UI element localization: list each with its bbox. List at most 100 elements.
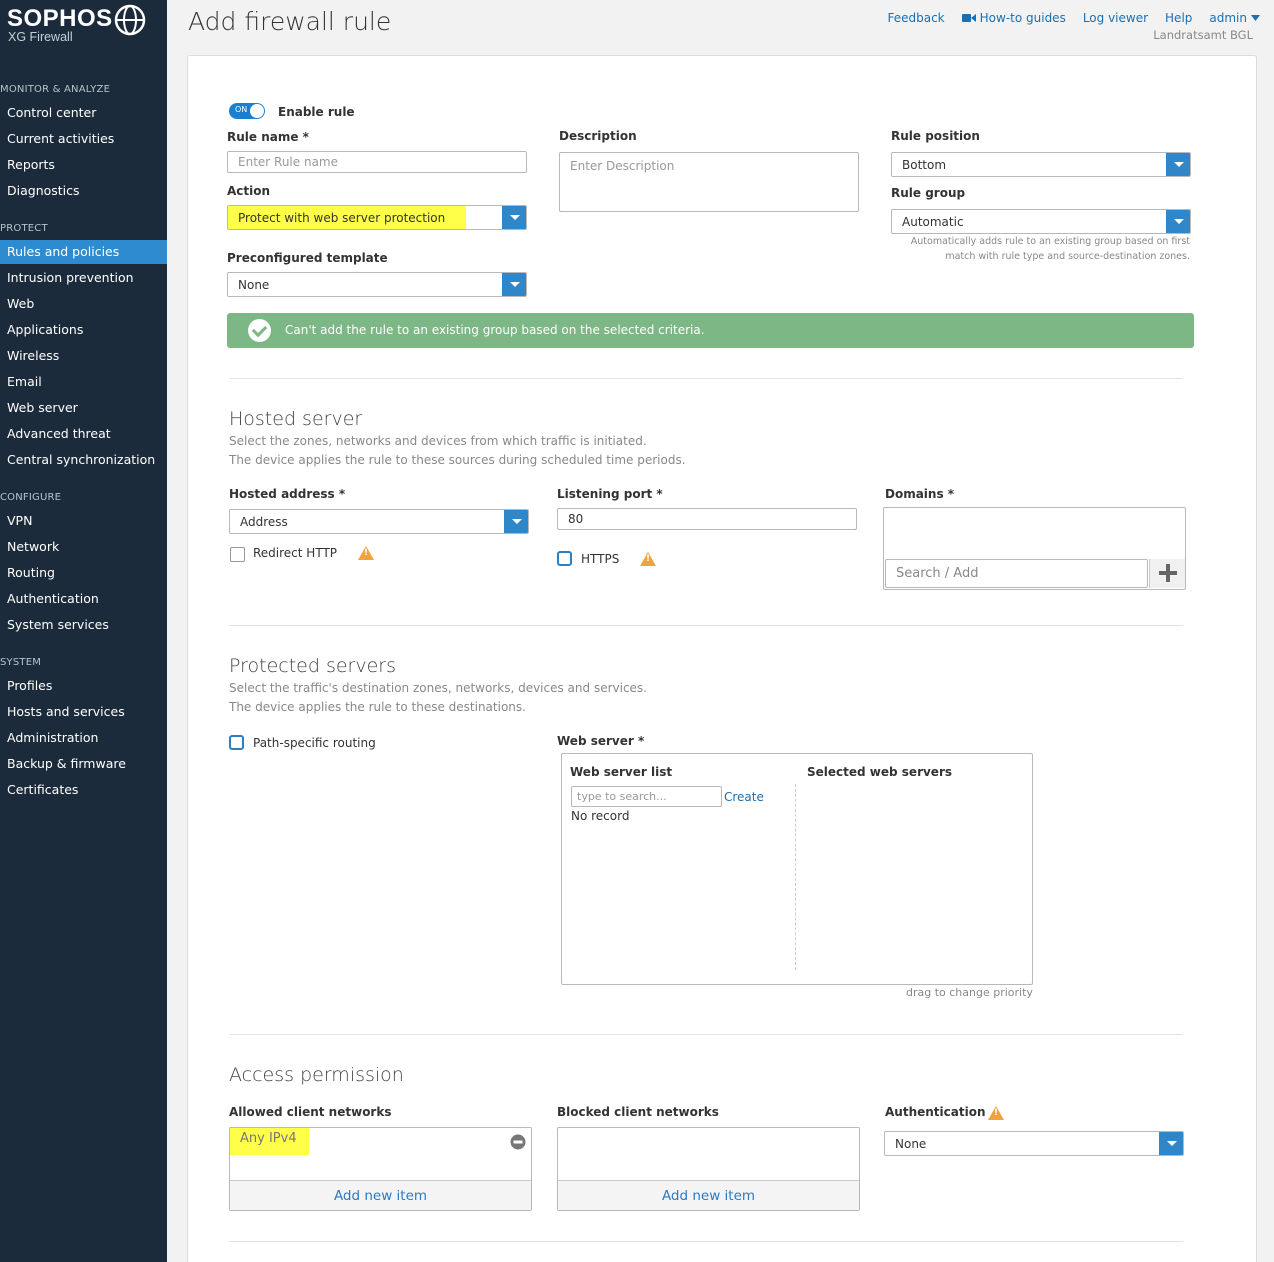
sidebar-item-backup-firmware[interactable]: Backup & firmware xyxy=(0,752,167,776)
help-link[interactable]: Help xyxy=(1165,11,1192,25)
video-camera-icon xyxy=(961,14,976,22)
add-domain-button[interactable] xyxy=(1149,559,1185,588)
sidebar-item-network[interactable]: Network xyxy=(0,535,167,559)
description-textarea[interactable]: Enter Description xyxy=(559,152,859,212)
rule-group-hint-line1: Automatically adds rule to an existing g… xyxy=(910,236,1190,247)
allowed-network-item: Any IPv4 xyxy=(240,1131,297,1146)
sidebar-item-applications[interactable]: Applications xyxy=(0,318,167,342)
toggle-knob xyxy=(250,104,264,118)
warning-icon xyxy=(988,1106,1004,1120)
web-server-picker: Web server list type to search... Create… xyxy=(561,753,1033,985)
description-label: Description xyxy=(559,129,637,143)
protected-servers-title: Protected servers xyxy=(229,655,397,677)
brand-name: SOPHOS xyxy=(7,5,113,32)
path-routing-label: Path-specific routing xyxy=(253,736,376,750)
dropdown-arrow-icon xyxy=(502,273,526,296)
blocked-networks-box: Add new item xyxy=(557,1127,860,1211)
admin-label: admin xyxy=(1209,11,1247,25)
howto-link[interactable]: How-to guides xyxy=(961,11,1066,25)
top-links: Feedback How-to guides Log viewer Help a… xyxy=(887,11,1260,25)
toggle-on-text: ON xyxy=(235,105,248,114)
sidebar-item-system-services[interactable]: System services xyxy=(0,613,167,637)
action-value: Protect with web server protection xyxy=(238,211,446,225)
blocked-add-item-button[interactable]: Add new item xyxy=(558,1180,859,1210)
feedback-link[interactable]: Feedback xyxy=(887,11,944,25)
authentication-select[interactable]: None xyxy=(884,1131,1184,1156)
sidebar-item-web[interactable]: Web xyxy=(0,292,167,316)
sidebar-item-reports[interactable]: Reports xyxy=(0,153,167,177)
rule-name-input[interactable]: Enter Rule name xyxy=(227,151,527,173)
picker-divider xyxy=(795,784,796,970)
web-server-search-input[interactable]: type to search... xyxy=(571,786,722,807)
sidebar-section-title: CONFIGURE xyxy=(0,492,62,503)
sidebar-item-rules-and-policies[interactable]: Rules and policies xyxy=(0,240,167,264)
sidebar-item-authentication[interactable]: Authentication xyxy=(0,587,167,611)
rule-group-hint: Automatically adds rule to an existing g… xyxy=(828,234,1190,264)
enable-rule-toggle[interactable]: ON xyxy=(229,103,265,119)
create-web-server-link[interactable]: Create xyxy=(724,790,764,804)
template-select[interactable]: None xyxy=(227,272,527,297)
rule-name-label: Rule name * xyxy=(227,130,309,144)
sidebar-item-certificates[interactable]: Certificates xyxy=(0,778,167,802)
listening-port-label: Listening port * xyxy=(557,487,663,501)
sidebar-item-control-center[interactable]: Control center xyxy=(0,101,167,125)
path-routing-checkbox[interactable] xyxy=(229,735,244,750)
info-banner: Can't add the rule to an existing group … xyxy=(227,313,1194,348)
warning-icon xyxy=(640,552,656,566)
sidebar-item-profiles[interactable]: Profiles xyxy=(0,674,167,698)
domains-search-input[interactable]: Search / Add xyxy=(885,559,1148,588)
sidebar-item-routing[interactable]: Routing xyxy=(0,561,167,585)
hosted-server-desc-line1: Select the zones, networks and devices f… xyxy=(229,434,647,448)
sidebar-item-current-activities[interactable]: Current activities xyxy=(0,127,167,151)
sidebar-item-intrusion-prevention[interactable]: Intrusion prevention xyxy=(0,266,167,290)
hosted-address-select[interactable]: Address xyxy=(229,509,529,534)
sidebar-item-vpn[interactable]: VPN xyxy=(0,509,167,533)
sidebar-item-central-synchronization[interactable]: Central synchronization xyxy=(0,448,167,472)
enable-rule-label: Enable rule xyxy=(278,105,355,119)
no-record-text: No record xyxy=(571,809,630,823)
allowed-add-item-button[interactable]: Add new item xyxy=(230,1180,531,1210)
protected-servers-desc-line1: Select the traffic's destination zones, … xyxy=(229,681,647,695)
blocked-networks-label: Blocked client networks xyxy=(557,1105,719,1119)
rule-group-hint-line2: match with rule type and source-destinat… xyxy=(945,251,1190,262)
hosted-address-label: Hosted address * xyxy=(229,487,346,501)
hosted-server-desc: Select the zones, networks and devices f… xyxy=(229,432,686,470)
redirect-http-checkbox[interactable] xyxy=(230,547,245,562)
sidebar-item-advanced-threat[interactable]: Advanced threat xyxy=(0,422,167,446)
sidebar-section-title: MONITOR & ANALYZE xyxy=(0,84,111,95)
caret-down-icon xyxy=(1251,15,1260,21)
globe-icon xyxy=(114,4,146,36)
template-value: None xyxy=(238,278,270,292)
sidebar-item-email[interactable]: Email xyxy=(0,370,167,394)
https-checkbox[interactable] xyxy=(557,551,572,566)
sidebar-section-title: PROTECT xyxy=(0,223,48,234)
sidebar-item-web-server[interactable]: Web server xyxy=(0,396,167,420)
authentication-label: Authentication xyxy=(885,1105,986,1119)
sidebar-item-administration[interactable]: Administration xyxy=(0,726,167,750)
access-permission-title: Access permission xyxy=(229,1064,404,1086)
rule-group-select[interactable]: Automatic xyxy=(891,209,1191,234)
sidebar: SOPHOS XG Firewall MONITOR & ANALYZE Cont… xyxy=(0,0,167,1262)
protected-servers-desc: Select the traffic's destination zones, … xyxy=(229,679,647,717)
rule-position-label: Rule position xyxy=(891,129,980,143)
rule-position-value: Bottom xyxy=(902,158,947,172)
web-server-label: Web server * xyxy=(557,734,645,748)
rule-position-select[interactable]: Bottom xyxy=(891,152,1191,177)
selected-web-servers-title: Selected web servers xyxy=(807,765,953,779)
tenant-name: Landratsamt BGL xyxy=(1153,28,1253,42)
divider xyxy=(229,1241,1183,1242)
listening-port-input[interactable]: 80 xyxy=(557,508,857,530)
action-select[interactable]: Protect with web server protection xyxy=(227,205,527,230)
template-label: Preconfigured template xyxy=(227,251,388,265)
web-server-list-title: Web server list xyxy=(570,765,673,779)
remove-item-icon[interactable] xyxy=(510,1134,526,1150)
divider xyxy=(229,625,1183,626)
sidebar-item-wireless[interactable]: Wireless xyxy=(0,344,167,368)
admin-menu[interactable]: admin xyxy=(1209,11,1260,25)
sidebar-item-diagnostics[interactable]: Diagnostics xyxy=(0,179,167,203)
sidebar-item-hosts-and-services[interactable]: Hosts and services xyxy=(0,700,167,724)
allowed-networks-box: Any IPv4 Add new item xyxy=(229,1127,532,1211)
log-viewer-link[interactable]: Log viewer xyxy=(1083,11,1148,25)
allowed-networks-label: Allowed client networks xyxy=(229,1105,392,1119)
form-panel: ON Enable rule Rule name * Enter Rule na… xyxy=(187,55,1257,1262)
